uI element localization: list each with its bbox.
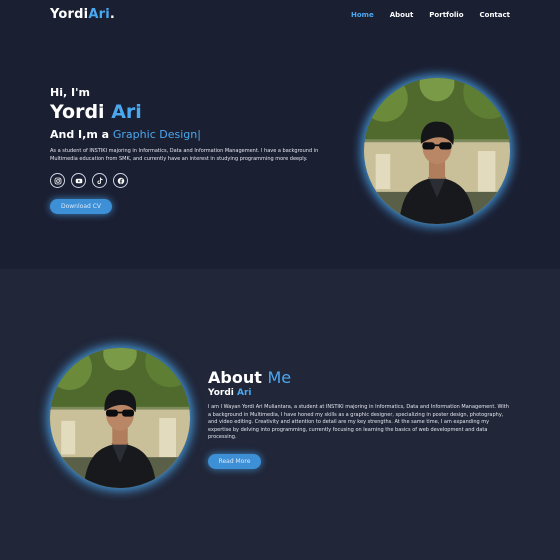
hero-name: Yordi Ari <box>50 101 142 123</box>
hero-greeting: Hi, I'm <box>50 86 90 99</box>
nav-link-portfolio[interactable]: Portfolio <box>429 11 463 19</box>
social-links <box>50 173 128 188</box>
main-nav: Home About Portfolio Contact <box>351 11 510 19</box>
youtube-link[interactable] <box>71 173 86 188</box>
hero-role: And I,m a Graphic Design| <box>50 128 201 141</box>
hero-name-last: Ari <box>111 101 142 123</box>
nav-link-contact[interactable]: Contact <box>480 11 511 19</box>
nav-link-home[interactable]: Home <box>351 11 374 19</box>
hero-description: As a student of INSTIKI majoring in Info… <box>50 148 319 162</box>
about-title-main: About <box>208 368 262 387</box>
site-logo[interactable]: YordiAri. <box>50 7 115 22</box>
instagram-icon <box>54 177 61 184</box>
logo-main-text: Yordi <box>50 7 89 22</box>
about-sub-main: Yordi <box>208 388 234 398</box>
logo-dot: . <box>109 7 115 22</box>
profile-photo-illustration <box>50 348 190 488</box>
download-cv-button[interactable]: Download CV <box>50 199 112 214</box>
about-subtitle: Yordi Ari <box>208 388 251 398</box>
read-more-button[interactable]: Read More <box>208 454 261 469</box>
tiktok-icon <box>96 177 103 184</box>
facebook-link[interactable] <box>113 173 128 188</box>
about-title: About Me <box>208 368 291 387</box>
logo-accent-text: Ari <box>88 7 110 22</box>
about-description: I am I Wayan Yordi Ari Muliantara, a stu… <box>208 404 509 440</box>
tiktok-link[interactable] <box>92 173 107 188</box>
hero-role-typed: Graphic Design <box>112 128 198 141</box>
instagram-link[interactable] <box>50 173 65 188</box>
youtube-icon <box>75 178 82 183</box>
hero-role-prefix: And I,m a <box>50 128 110 141</box>
hero-name-first: Yordi <box>50 101 105 123</box>
about-sub-accent: Ari <box>236 388 252 398</box>
nav-link-about[interactable]: About <box>390 11 414 19</box>
about-profile-photo <box>50 348 190 488</box>
facebook-icon <box>117 177 124 184</box>
about-title-accent: Me <box>267 368 292 387</box>
hero-profile-photo <box>364 78 510 224</box>
typing-cursor: | <box>197 128 201 141</box>
profile-photo-illustration <box>364 78 510 224</box>
